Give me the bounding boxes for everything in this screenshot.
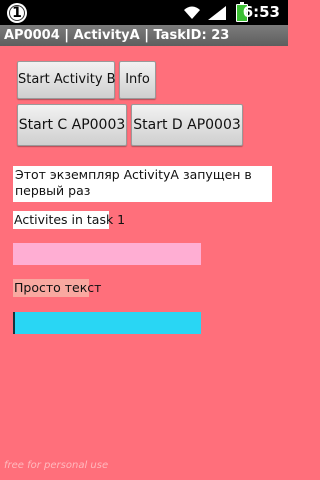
start-c-button[interactable]: Start C AP0003	[17, 104, 127, 146]
pink-bar	[13, 243, 201, 265]
start-activity-b-button[interactable]: Start Activity B	[17, 61, 116, 99]
activities-count: Activites in task 1	[13, 211, 126, 229]
notification-badge: 1	[7, 3, 27, 23]
text-input-field[interactable]	[13, 312, 201, 334]
start-d-button[interactable]: Start D AP0003	[131, 104, 243, 146]
plain-text-label: Просто текст	[13, 279, 102, 297]
watermark: free for personal use	[4, 460, 109, 471]
title-bar: AP0004 | ActivityA | TaskID: 23	[0, 25, 288, 46]
clock: 6:53	[242, 3, 280, 21]
wifi-icon	[184, 6, 200, 19]
signal-icon	[208, 6, 226, 20]
status-bar: 1 6:53	[0, 0, 288, 25]
instance-message: Этот экземпляр ActivityA запущен в первы…	[13, 166, 272, 202]
info-button[interactable]: Info	[119, 61, 156, 99]
